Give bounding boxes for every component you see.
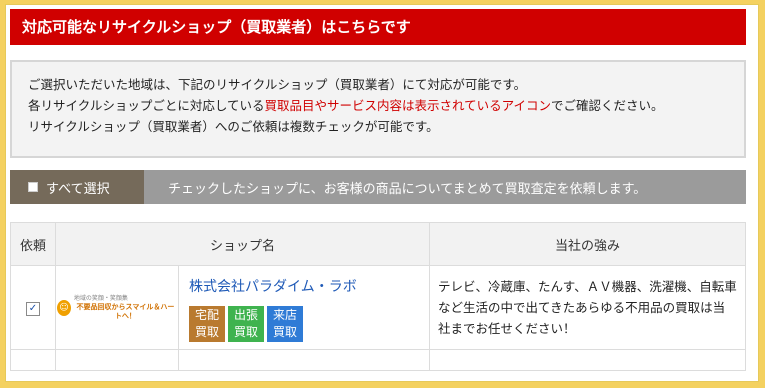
shop-logo-cell: ☺ 地域の笑顔・笑顔集 不要品回収からスマイル＆ハートへ！ [55,265,179,350]
shop-strength: テレビ、冷蔵庫、たんす、ＡＶ機器、洗濯機、自転車など生活の中で出てきたあらゆる不… [429,265,746,350]
notice-line-1: ご選択いただいた地域は、下記のリサイクルショップ（買取業者）にて対応が可能です。 [28,77,527,92]
table-row-empty [10,349,746,371]
notice-line-2-prefix: 各リサイクルショップごとに対応している [28,98,265,113]
shop-name-link[interactable]: 株式会社パラダイム・ラボ [189,276,419,296]
notice-line-3: リサイクルショップ（買取業者）へのご依頼は複数チェックが可能です。 [28,119,439,134]
header-request: 依頼 [10,222,56,266]
logo-tagline: 地域の笑顔・笑顔集 [73,294,128,302]
smile-icon: ☺ [57,299,71,316]
notice-line-2: 各リサイクルショップごとに対応している買取品目やサービス内容は表示されているアイ… [28,95,728,116]
header-shop-name: ショップ名 [55,222,430,266]
shop-table: 依頼 ショップ名 当社の強み ✓ ☺ 地域の笑顔・笑顔集 不要品回収からスマイル… [10,222,746,371]
table-row: ✓ ☺ 地域の笑顔・笑顔集 不要品回収からスマイル＆ハートへ！ 株式会社パラダイ… [10,265,746,350]
table-header-row: 依頼 ショップ名 当社の強み [10,222,746,266]
shop-checkbox[interactable]: ✓ [26,301,40,316]
visit-purchase-icon: 出張 買取 [228,306,264,342]
header-strength: 当社の強み [429,222,746,266]
select-all-label: すべて選択 [46,181,110,197]
delivery-purchase-icon: 宅配 買取 [189,306,225,342]
notice-line-2-suffix: でご確認ください。 [551,98,664,113]
select-all-checkbox[interactable] [28,182,38,192]
shop-logo: ☺ 地域の笑顔・笑顔集 不要品回収からスマイル＆ハートへ！ [57,295,177,321]
store-purchase-icon: 来店 買取 [267,306,303,342]
request-cell: ✓ [10,265,56,350]
shop-info-cell: 株式会社パラダイム・ラボ 宅配 買取 出張 買取 来店 買取 [178,265,430,350]
page-title: 対応可能なリサイクルショップ（買取業者）はこちらです [10,9,746,45]
logo-text: 不要品回収からスマイル＆ハートへ！ [76,302,175,320]
select-bar: すべて選択 チェックしたショップに、お客様の商品についてまとめて買取査定を依頼し… [10,170,746,204]
service-icons: 宅配 買取 出張 買取 来店 買取 [189,306,419,342]
bulk-request-button[interactable]: チェックしたショップに、お客様の商品についてまとめて買取査定を依頼します。 [144,170,746,204]
notice-box: ご選択いただいた地域は、下記のリサイクルショップ（買取業者）にて対応が可能です。… [10,60,746,158]
select-all-button[interactable]: すべて選択 [10,170,144,204]
notice-line-2-highlight: 買取品目やサービス内容は表示されているアイコン [264,98,552,113]
